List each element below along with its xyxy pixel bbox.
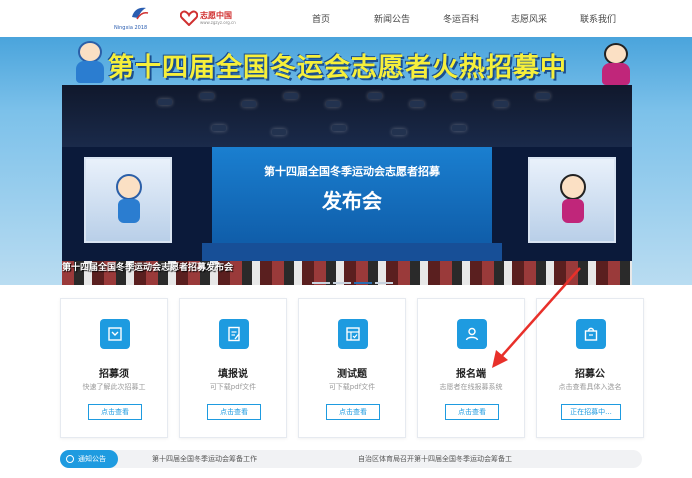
card-description: 可下载pdf文件 — [328, 383, 376, 391]
right-side-screen — [528, 157, 616, 243]
screen-subheading: 发布会 — [322, 189, 382, 213]
card-title: 招募公 — [575, 369, 605, 380]
bag-icon — [584, 327, 598, 341]
notice-tag-label: 通知公告 — [78, 455, 106, 463]
flag-icon — [108, 327, 122, 341]
card-title: 招募须 — [99, 369, 129, 380]
card-title: 测试题 — [337, 369, 367, 380]
notice-icon — [66, 455, 74, 463]
volunteer-china-logo[interactable]: 志愿中国 www.zgzyz.org.cn — [180, 10, 236, 26]
notice-link[interactable]: 第十四届全国冬季运动会筹备工作 — [152, 454, 257, 464]
user-icon — [465, 327, 479, 341]
slide-indicator — [312, 282, 393, 284]
card-recruitment-announcement[interactable]: 招募公 点击查看具体入选名 正在招募中... — [536, 298, 644, 438]
left-side-screen — [84, 157, 172, 243]
card-quiz[interactable]: 测试题 可下载pdf文件 点击查看 — [298, 298, 406, 438]
card-registration[interactable]: 报名端 志愿者在线报募系统 点击查看 — [417, 298, 525, 438]
ceiling-lights — [62, 85, 632, 147]
card-description: 快速了解此次招募工 — [82, 383, 146, 391]
nav-contact[interactable]: 联系我们 — [580, 12, 616, 25]
games-logo-text: Ningxia 2018 — [114, 25, 148, 31]
heart-icon — [180, 10, 198, 26]
volunteer-china-text: 志愿中国 — [200, 10, 232, 20]
card-view-button[interactable]: 点击查看 — [326, 404, 380, 420]
volunteer-china-url: www.zgzyz.org.cn — [200, 19, 236, 25]
nav-news[interactable]: 新闻公告 — [374, 12, 410, 25]
mascot-girl-image — [598, 43, 634, 87]
mascot-screen-icon — [560, 174, 586, 223]
card-title: 填报说 — [218, 369, 248, 380]
slide-dot[interactable] — [375, 282, 393, 284]
hero-banner[interactable]: 第十四届全国冬运会志愿者火热招募中 第十四届全国冬季运动会志愿者招募 发布会 第… — [0, 37, 692, 285]
edit-document-icon — [228, 326, 240, 342]
games-logo[interactable]: Ningxia 2018 — [112, 5, 172, 31]
press-conference-photo: 第十四届全国冬季运动会志愿者招募 发布会 — [62, 85, 632, 285]
card-recruitment-guide[interactable]: 招募须 快速了解此次招募工 点击查看 — [60, 298, 168, 438]
logo-group[interactable]: Ningxia 2018 志愿中国 www.zgzyz.org.cn — [112, 4, 236, 32]
quiz-icon — [346, 327, 360, 341]
card-description: 点击查看具体入选名 — [558, 383, 622, 391]
screen-heading: 第十四届全国冬季运动会志愿者招募 — [264, 165, 440, 178]
slide-dot-active[interactable] — [354, 282, 372, 284]
main-stage-screen: 第十四届全国冬季运动会志愿者招募 发布会 — [212, 147, 492, 247]
banner-caption: 第十四届全国冬季运动会志愿者招募发布会 — [62, 263, 234, 273]
notice-tag[interactable]: 通知公告 — [60, 450, 118, 468]
notice-bar: 通知公告 第十四届全国冬季运动会筹备工作 自治区体育局召开第十四届全国冬季运动会… — [60, 450, 642, 468]
card-fill-instructions[interactable]: 填报说 可下载pdf文件 点击查看 — [179, 298, 287, 438]
card-recruiting-button[interactable]: 正在招募中... — [561, 404, 621, 420]
nav-home[interactable]: 首页 — [312, 12, 330, 25]
notice-link[interactable]: 自治区体育局召开第十四届全国冬季运动会筹备工 — [358, 454, 512, 464]
card-view-button[interactable]: 点击查看 — [207, 404, 261, 420]
stage-table — [202, 243, 502, 261]
mascot-screen-icon — [116, 174, 142, 223]
banner-title: 第十四届全国冬运会志愿者火热招募中 — [108, 53, 568, 83]
slide-dot[interactable] — [312, 282, 330, 284]
slide-dot[interactable] — [333, 282, 351, 284]
card-description: 志愿者在线报募系统 — [439, 383, 503, 391]
card-title: 报名端 — [456, 369, 486, 380]
games-emblem-icon — [132, 7, 149, 20]
nav-encyclopedia[interactable]: 冬运百科 — [443, 12, 479, 25]
mascot-boy-image — [72, 41, 108, 85]
card-view-button[interactable]: 点击查看 — [88, 404, 142, 420]
nav-volunteer-style[interactable]: 志愿风采 — [511, 12, 547, 25]
card-view-button[interactable]: 点击查看 — [445, 404, 499, 420]
card-description: 可下载pdf文件 — [209, 383, 257, 391]
top-navigation: Ningxia 2018 志愿中国 www.zgzyz.org.cn 首页 新闻… — [0, 0, 692, 37]
